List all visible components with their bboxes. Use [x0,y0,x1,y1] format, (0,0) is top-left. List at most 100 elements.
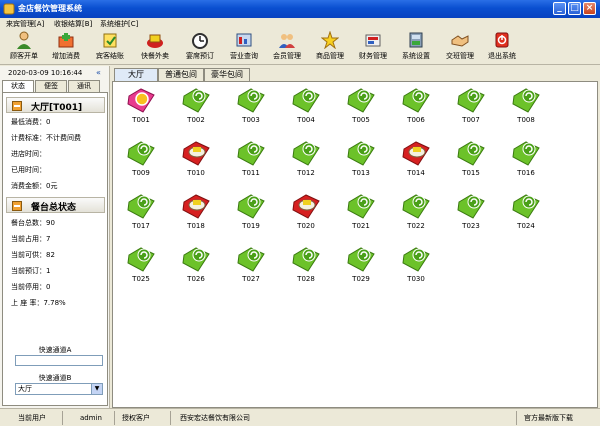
toolbar-button-settings[interactable]: 系统设置 [394,31,438,63]
table-t005[interactable]: T005 [341,86,381,134]
status-divider [170,411,171,425]
table-t022[interactable]: T022 [396,192,436,240]
table-t021[interactable]: T021 [341,192,381,240]
members-icon [279,34,295,48]
menu-cashier[interactable]: 收银结算[B] [54,19,92,29]
table-name: T026 [187,275,205,283]
table-occupied-icon [286,192,326,220]
table-free-icon [506,86,546,114]
left-panel-body: 大厅[T001] 最低消费：0 计费标准：不计费间费 进店时间： 已用时间： 消… [2,92,108,406]
table-name: T030 [407,275,425,283]
table-t010[interactable]: T010 [176,139,216,187]
close-button[interactable]: × [583,2,596,15]
table-t025[interactable]: T025 [121,245,161,293]
toolbar-button-star[interactable]: 商品管理 [308,31,352,63]
table-name: T024 [517,222,535,230]
datetime: 2020-03-09 10:16:44 [8,69,83,77]
table-free-icon [231,192,271,220]
table-t015[interactable]: T015 [451,139,491,187]
table-t004[interactable]: T004 [286,86,326,134]
chevron-down-icon[interactable]: ▼ [91,384,102,394]
tab-status[interactable]: 状态 [2,80,34,92]
table-t020[interactable]: T020 [286,192,326,240]
toolbar-button-query[interactable]: 营业查询 [222,31,266,63]
toolbar-button-handshake[interactable]: 交班管理 [438,31,482,63]
table-t023[interactable]: T023 [451,192,491,240]
table-t003[interactable]: T003 [231,86,271,134]
tab-contacts[interactable]: 通讯 [68,80,100,92]
collapse-icon[interactable]: « [96,68,101,77]
table-free-icon [121,245,161,273]
table-t019[interactable]: T019 [231,192,271,240]
table-t007[interactable]: T007 [451,86,491,134]
spend-amount: 消费金额：0元 [11,182,58,190]
table-free-icon [121,192,161,220]
table-free-icon [341,245,381,273]
table-t018[interactable]: T018 [176,192,216,240]
table-info-header: 大厅[T001] [6,97,105,113]
tab-hall[interactable]: 大厅 [114,68,158,81]
licensed-client-label: 授权客户 [122,414,150,422]
quick-b-select[interactable]: 大厅 ▼ [15,383,103,395]
table-t011[interactable]: T011 [231,139,271,187]
toolbar-button-exit[interactable]: 退出系统 [480,31,524,63]
menu-guest[interactable]: 来宾管理[A] [6,19,44,29]
table-t008[interactable]: T008 [506,86,546,134]
star-icon [321,31,339,49]
table-name: T025 [132,275,150,283]
toolbar-button-members[interactable]: 会员管理 [265,31,309,63]
minimize-button[interactable]: _ [553,2,566,15]
current-user: admin [80,414,102,422]
billing-standard: 计费标准：不计费间费 [11,134,81,142]
toolbar-button-clock[interactable]: 宴席预订 [178,31,222,63]
table-name: T015 [462,169,480,177]
toolbar-button-add-cart[interactable]: 增加消费 [44,31,88,63]
quick-a-input[interactable] [15,355,103,366]
current-user-label: 当前用户 [18,414,46,422]
table-free-icon [231,139,271,167]
table-t028[interactable]: T028 [286,245,326,293]
finance-icon [365,34,381,47]
tab-notes[interactable]: 便签 [35,80,67,92]
toolbar-button-checkout[interactable]: 宾客结账 [88,31,132,63]
table-name: T019 [242,222,260,230]
tab-deluxe-room[interactable]: 豪华包间 [204,68,250,81]
table-t024[interactable]: T024 [506,192,546,240]
download-link[interactable]: 官方最新版下载 [524,412,573,424]
table-t017[interactable]: T017 [121,192,161,240]
table-t030[interactable]: T030 [396,245,436,293]
menu-system[interactable]: 系统维护[C] [100,19,138,29]
table-t027[interactable]: T027 [231,245,271,293]
table-t012[interactable]: T012 [286,139,326,187]
table-free-icon [176,86,216,114]
table-t029[interactable]: T029 [341,245,381,293]
table-t014[interactable]: T014 [396,139,436,187]
table-t001[interactable]: T001 [121,86,161,134]
table-name: T006 [407,116,425,124]
table-name: T018 [187,222,205,230]
tab-standard-room[interactable]: 普通包间 [158,68,204,81]
table-name: T016 [517,169,535,177]
table-t016[interactable]: T016 [506,139,546,187]
checkout-icon [103,33,117,48]
query-icon [236,33,252,47]
table-t013[interactable]: T013 [341,139,381,187]
add-cart-icon [58,33,74,48]
table-t006[interactable]: T006 [396,86,436,134]
table-t002[interactable]: T002 [176,86,216,134]
table-name: T023 [462,222,480,230]
occupied-count: 当前占用：7 [11,235,51,243]
toolbar-button-takeout[interactable]: 快餐外卖 [133,31,177,63]
maximize-button[interactable]: □ [568,2,581,15]
toolbar-label: 快餐外卖 [141,52,169,60]
table-t009[interactable]: T009 [121,139,161,187]
table-name: T017 [132,222,150,230]
table-free-icon [396,192,436,220]
table-name: T021 [352,222,370,230]
table-free-icon [451,86,491,114]
table-free-icon [286,139,326,167]
toolbar-button-finance[interactable]: 财务管理 [351,31,395,63]
toolbar-button-person[interactable]: 顾客开单 [2,31,46,63]
table-name: T007 [462,116,480,124]
table-t026[interactable]: T026 [176,245,216,293]
